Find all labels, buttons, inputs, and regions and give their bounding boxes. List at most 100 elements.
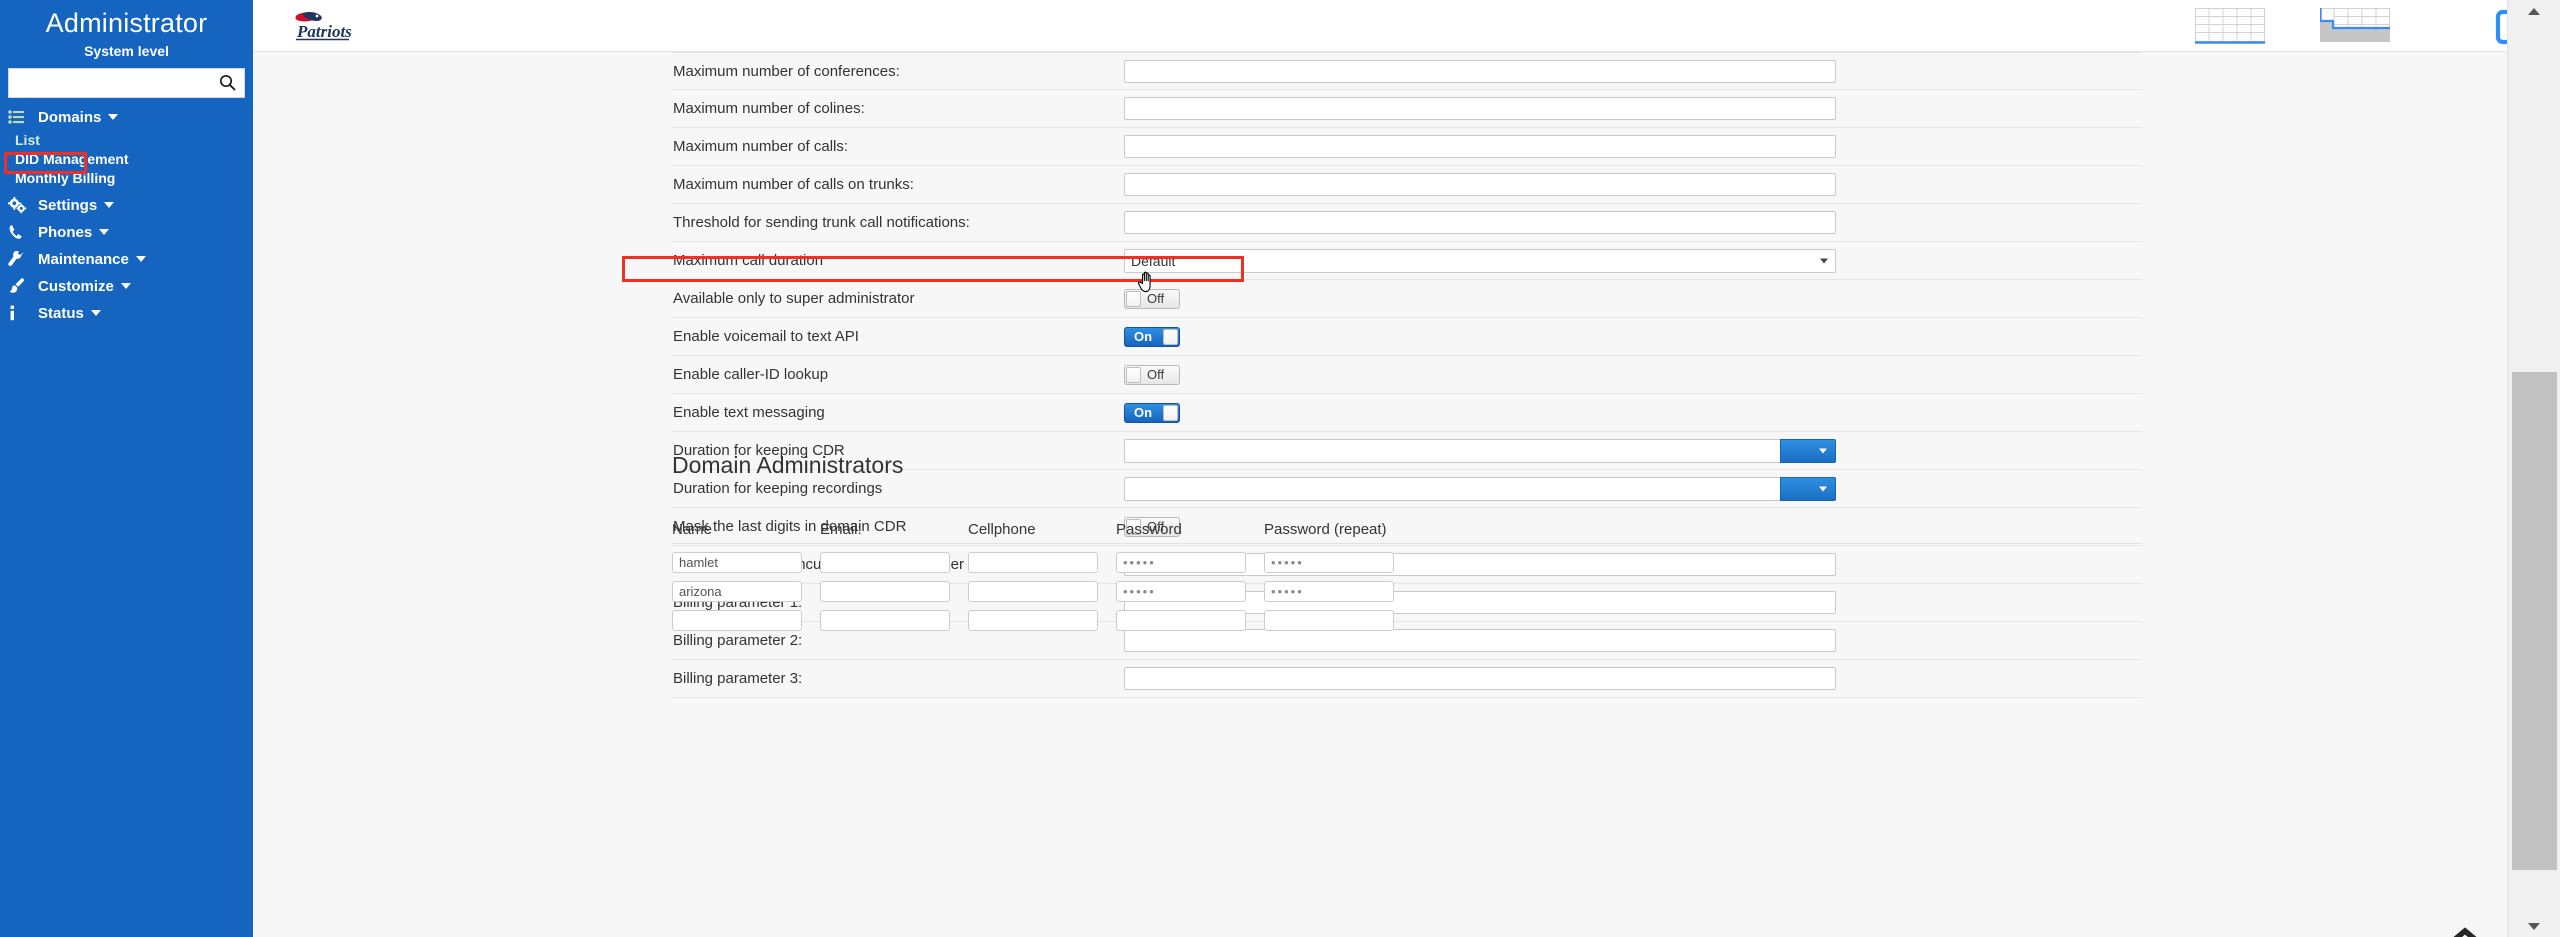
admin-email-input[interactable] xyxy=(820,552,950,573)
form-row: Maximum number of calls: xyxy=(672,128,2142,166)
sidebar-search[interactable] xyxy=(8,67,245,98)
form-row: Enable caller-ID lookup Off xyxy=(672,356,2142,394)
svg-text:Patriots: Patriots xyxy=(296,22,352,41)
paintbrush-icon xyxy=(8,278,34,294)
sidebar-item-label: Customize xyxy=(38,277,114,295)
toggle-knob xyxy=(1126,366,1141,383)
field-label: Enable text messaging xyxy=(673,404,825,421)
scroll-up-button[interactable] xyxy=(2508,0,2560,22)
form-row: Maximum number of colines: xyxy=(672,90,2142,128)
application-window: Administrator System level Domains List … xyxy=(0,0,2560,937)
sidebar-item-customize[interactable]: Customize xyxy=(0,273,253,300)
scroll-down-button[interactable] xyxy=(2508,915,2560,937)
admin-name-input[interactable] xyxy=(672,610,802,631)
toggle-label: On xyxy=(1134,405,1153,420)
table-row xyxy=(672,552,2142,573)
sidebar-item-label: Status xyxy=(38,304,84,322)
max-conferences-input[interactable] xyxy=(1124,59,1836,83)
nav-group-domains: Domains List DID Management Monthly Bill… xyxy=(0,104,253,188)
max-calls-trunks-input[interactable] xyxy=(1124,173,1836,196)
sidebar-item-monthly-billing[interactable]: Monthly Billing xyxy=(0,169,253,188)
admins-table-header: Name Email: Cellphone Password Password … xyxy=(672,521,2142,544)
admin-password-input[interactable] xyxy=(1116,552,1246,573)
chevron-down-icon xyxy=(135,256,146,263)
trunk-notification-threshold-input[interactable] xyxy=(1124,211,1836,234)
field-label: Available only to super administrator xyxy=(673,290,915,307)
sidebar-item-label: Maintenance xyxy=(38,250,129,268)
sidebar-item-label: Domains xyxy=(38,108,102,126)
info-icon xyxy=(8,305,34,321)
field-label: Billing parameter 3: xyxy=(673,670,803,687)
field-label: Threshold for sending trunk call notific… xyxy=(673,214,970,231)
field-label: Maximum number of colines: xyxy=(673,100,865,117)
admin-password-repeat-input[interactable] xyxy=(1264,552,1394,573)
admin-password-repeat-input[interactable] xyxy=(1264,581,1394,602)
sidebar-item-label: Settings xyxy=(38,196,98,214)
form-row: Maximum number of calls on trunks: xyxy=(672,166,2142,204)
form-row: Threshold for sending trunk call notific… xyxy=(672,204,2142,242)
search-input[interactable] xyxy=(9,69,216,96)
patriots-logo: Patriots xyxy=(275,4,375,48)
admin-email-input[interactable] xyxy=(820,610,950,631)
admin-name-input[interactable] xyxy=(672,581,802,602)
grid-view-icon[interactable] xyxy=(2195,8,2265,44)
sidebar-item-did-management[interactable]: DID Management xyxy=(0,150,253,169)
toggle-knob xyxy=(1163,404,1178,421)
form-row: Available only to super administrator Of… xyxy=(672,280,2142,318)
sidebar-subtitle: System level xyxy=(84,42,169,59)
page-scrollbar[interactable] xyxy=(2507,0,2560,937)
sidebar-item-maintenance[interactable]: Maintenance xyxy=(0,246,253,273)
gears-icon xyxy=(8,196,34,214)
chart-view-icon[interactable] xyxy=(2319,8,2390,44)
text-messaging-toggle[interactable]: On xyxy=(1124,402,1180,423)
billing-parameter-2-input[interactable] xyxy=(1124,629,1836,652)
super-admin-only-toggle[interactable]: Off xyxy=(1124,288,1180,309)
admin-email-input[interactable] xyxy=(820,581,950,602)
sidebar: Administrator System level Domains List … xyxy=(0,0,253,937)
sidebar-item-label: Phones xyxy=(38,223,93,241)
scrollbar-thumb[interactable] xyxy=(2512,372,2557,870)
phone-icon xyxy=(8,224,34,240)
scroll-to-top-button[interactable] xyxy=(2442,924,2488,937)
toggle-label: On xyxy=(1134,329,1153,344)
form-row: Maximum call duration Default xyxy=(672,242,2142,280)
domain-administrators-section: Domain Administrators Name Email: Cellph… xyxy=(672,452,2142,631)
max-call-duration-select[interactable]: Default xyxy=(1124,248,1836,273)
field-label: Maximum number of calls on trunks: xyxy=(673,176,914,193)
sidebar-item-domains[interactable]: Domains xyxy=(0,104,253,131)
sidebar-title: Administrator xyxy=(45,8,208,38)
admin-cellphone-input[interactable] xyxy=(968,581,1098,602)
table-row xyxy=(672,581,2142,602)
table-row xyxy=(672,610,2142,631)
field-label: Maximum number of calls: xyxy=(673,138,849,155)
toggle-label: Off xyxy=(1147,291,1165,306)
admin-cellphone-input[interactable] xyxy=(968,552,1098,573)
admin-cellphone-input[interactable] xyxy=(968,610,1098,631)
form-row: Maximum number of conferences: xyxy=(672,52,2142,90)
column-header-password-repeat: Password (repeat) xyxy=(1264,521,1387,538)
form-row: Billing parameter 3: xyxy=(672,660,2142,698)
billing-parameter-3-input[interactable] xyxy=(1124,667,1836,690)
admin-password-input[interactable] xyxy=(1116,581,1246,602)
select-value: Default xyxy=(1131,252,1176,269)
chevron-down-icon xyxy=(1820,258,1828,263)
admin-password-input[interactable] xyxy=(1116,610,1246,631)
chevron-down-icon xyxy=(108,114,119,121)
max-colines-input[interactable] xyxy=(1124,97,1836,120)
admin-password-repeat-input[interactable] xyxy=(1264,610,1394,631)
sidebar-item-status[interactable]: Status xyxy=(0,300,253,327)
toggle-knob xyxy=(1126,290,1141,307)
chevron-down-icon xyxy=(104,202,115,209)
search-icon[interactable] xyxy=(216,74,238,91)
chevron-down-icon xyxy=(99,229,110,236)
admin-name-input[interactable] xyxy=(672,552,802,573)
voicemail-to-text-api-toggle[interactable]: On xyxy=(1124,326,1180,347)
form-row-voicemail-to-text: Enable voicemail to text API On xyxy=(672,318,2142,356)
toggle-knob xyxy=(1163,328,1178,345)
max-calls-input[interactable] xyxy=(1124,135,1836,158)
toggle-label: Off xyxy=(1147,367,1165,382)
caller-id-lookup-toggle[interactable]: Off xyxy=(1124,364,1180,385)
sidebar-item-list[interactable]: List xyxy=(0,131,253,150)
sidebar-item-settings[interactable]: Settings xyxy=(0,192,253,219)
sidebar-item-phones[interactable]: Phones xyxy=(0,219,253,246)
